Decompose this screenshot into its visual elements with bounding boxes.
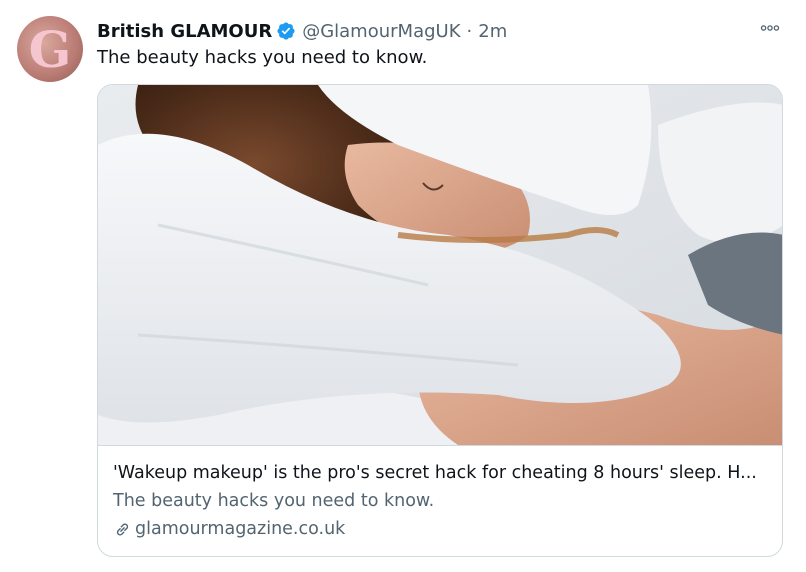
author-handle[interactable]: @GlamourMagUK (302, 21, 460, 42)
card-description: The beauty hacks you need to know. (113, 491, 435, 511)
separator-dot: · (466, 20, 473, 42)
avatar[interactable]: G (17, 16, 83, 82)
verified-badge-icon (277, 22, 295, 40)
link-icon (116, 523, 129, 535)
tweet-timestamp[interactable]: 2m (478, 21, 507, 42)
tweet-text: The beauty hacks you need to know. (97, 47, 428, 68)
card-domain: glamourmagazine.co.uk (135, 519, 346, 539)
link-card[interactable]: 'Wakeup makeup' is the pro's secret hack… (97, 84, 783, 557)
card-domain-row[interactable]: glamourmagazine.co.uk (113, 519, 345, 539)
card-image[interactable] (98, 85, 782, 445)
card-divider (98, 445, 782, 446)
author-name[interactable]: British GLAMOUR (97, 21, 272, 42)
card-title[interactable]: 'Wakeup makeup' is the pro's secret hack… (113, 463, 773, 483)
avatar-letter: G (28, 19, 72, 79)
more-options-icon[interactable] (758, 16, 782, 40)
tweet-header: British GLAMOUR @GlamourMagUK · 2m (97, 18, 507, 44)
